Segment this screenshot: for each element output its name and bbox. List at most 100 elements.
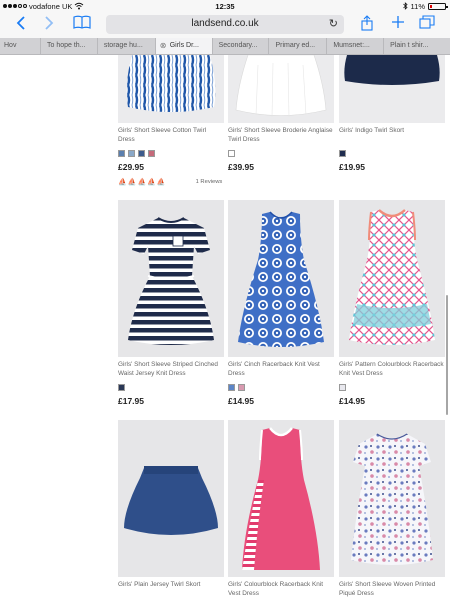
reload-icon[interactable]: ↻ [329, 17, 338, 30]
colourblock-racerback-dress-image [242, 427, 320, 570]
product-price: £39.95 [228, 162, 254, 172]
product-name[interactable]: Girls' Indigo Twirl Skort [339, 126, 445, 145]
product-name[interactable]: Girls' Cinch Racerback Knit Vest Dress [228, 360, 334, 379]
product-image[interactable] [339, 200, 445, 357]
product-price: £19.95 [339, 162, 365, 172]
product-price: £14.95 [339, 396, 365, 406]
forward-button[interactable] [42, 15, 56, 35]
color-swatch[interactable] [339, 384, 346, 391]
status-bar: vodafone UK 12:35 11% [0, 0, 450, 12]
tabs-overview-button[interactable] [418, 15, 436, 35]
tab-2[interactable]: storage hu... [98, 38, 156, 54]
cinch-racerback-dress-image [238, 211, 324, 347]
product-card[interactable]: Girls' Plain Jersey Twirl Skort [118, 420, 224, 599]
tab-label: Secondary... [218, 42, 258, 49]
color-swatch[interactable] [228, 384, 235, 391]
page-content: Girls' Short Sleeve Cotton Twirl Dress £… [0, 55, 450, 600]
product-name[interactable]: Girls' Pattern Colourblock Racerback Kni… [339, 360, 445, 379]
product-card[interactable]: Girls' Short Sleeve Broderie Anglaise Tw… [228, 55, 334, 172]
product-image[interactable] [118, 420, 224, 577]
product-name[interactable]: Girls' Short Sleeve Woven Printed Piqué … [339, 580, 445, 599]
product-card[interactable]: Girls' Cinch Racerback Knit Vest Dress £… [228, 200, 334, 406]
tab-6[interactable]: Mumsnet:... [327, 38, 385, 54]
color-swatches [118, 384, 224, 391]
color-swatch[interactable] [118, 384, 125, 391]
product-card[interactable]: Girls' Short Sleeve Striped Cinched Wais… [118, 200, 224, 406]
back-button[interactable] [14, 15, 28, 35]
review-count[interactable]: 1 Reviews [196, 179, 223, 185]
product-name[interactable]: Girls' Short Sleeve Striped Cinched Wais… [118, 360, 224, 379]
product-name[interactable]: Girls' Short Sleeve Cotton Twirl Dress [118, 126, 224, 145]
tab-label: To hope th... [47, 42, 86, 49]
tab-3[interactable]: ⊗ Girls Dr... [155, 38, 213, 54]
bookmarks-button[interactable] [72, 15, 92, 35]
product-price: £14.95 [228, 396, 254, 406]
product-name[interactable]: Girls' Plain Jersey Twirl Skort [118, 580, 224, 599]
tab-5[interactable]: Primary ed... [269, 38, 328, 54]
indigo-skort-image [344, 55, 440, 85]
product-image[interactable] [228, 55, 334, 123]
color-swatch[interactable] [228, 150, 235, 157]
tab-0[interactable]: Hov [0, 38, 41, 54]
url-text: landsend.co.uk [191, 18, 259, 29]
striped-dress-image [128, 217, 214, 345]
product-card[interactable]: Girls' Short Sleeve Woven Printed Piqué … [339, 420, 445, 599]
battery-percent: 11% [410, 1, 425, 11]
product-image[interactable] [228, 420, 334, 577]
chevron-left-icon [16, 16, 25, 30]
close-tab-icon[interactable]: ⊗ [160, 38, 167, 54]
address-bar[interactable]: landsend.co.uk ↻ [106, 15, 344, 34]
product-image[interactable] [118, 200, 224, 357]
tabs-icon [419, 15, 435, 29]
color-swatches [228, 384, 334, 391]
new-tab-button[interactable] [390, 15, 406, 35]
product-image[interactable] [339, 55, 445, 123]
tab-label: Plain t shir... [390, 42, 429, 49]
color-swatches [339, 150, 445, 157]
plain-jersey-skort-image [124, 466, 218, 535]
color-swatch[interactable] [138, 150, 145, 157]
tab-1[interactable]: To hope th... [41, 38, 98, 54]
broderie-dress-image [235, 55, 327, 118]
browser-toolbar: landsend.co.uk ↻ [0, 12, 450, 38]
product-name[interactable]: Girls' Short Sleeve Broderie Anglaise Tw… [228, 126, 334, 145]
color-swatch[interactable] [128, 150, 135, 157]
product-card[interactable]: Girls' Indigo Twirl Skort £19.95 [339, 55, 445, 172]
chevron-right-icon [45, 16, 54, 30]
tab-label: Mumsnet:... [333, 42, 370, 49]
bluetooth-icon [402, 2, 408, 10]
product-rating[interactable]: ⛵ ⛵ ⛵ ⛵ ⛵ 1 Reviews [118, 178, 224, 186]
tab-label: Girls Dr... [169, 42, 199, 49]
tab-7[interactable]: Plain t shir... [384, 38, 450, 54]
tab-label: storage hu... [103, 42, 143, 49]
product-card[interactable]: Girls' Colourblock Racerback Knit Vest D… [228, 420, 334, 599]
tab-label: Hov [4, 42, 17, 49]
product-image[interactable] [228, 200, 334, 357]
product-card[interactable]: Girls' Pattern Colourblock Racerback Kni… [339, 200, 445, 406]
product-name[interactable]: Girls' Colourblock Racerback Knit Vest D… [228, 580, 334, 599]
color-swatch[interactable] [148, 150, 155, 157]
color-swatch[interactable] [118, 150, 125, 157]
product-image[interactable] [339, 420, 445, 577]
printed-pique-dress-image [351, 433, 433, 565]
tab-label: Primary ed... [275, 42, 316, 49]
color-swatches [118, 150, 224, 157]
product-image[interactable] [118, 55, 224, 123]
product-price: £17.95 [118, 396, 144, 406]
tab-4[interactable]: Secondary... [213, 38, 270, 54]
clock: 12:35 [215, 1, 235, 11]
share-button[interactable] [359, 15, 375, 35]
color-swatches [339, 384, 445, 391]
share-icon [361, 15, 373, 31]
scrollbar[interactable] [446, 295, 448, 415]
sailboat-rating-icon: ⛵ ⛵ ⛵ ⛵ ⛵ [118, 179, 166, 186]
color-swatches [228, 150, 334, 157]
color-swatch[interactable] [339, 150, 346, 157]
battery-icon [428, 2, 448, 10]
cotton-twirl-dress-image [126, 55, 216, 112]
pattern-colourblock-dress-image [349, 209, 435, 345]
tab-strip: Hov To hope th... storage hu... ⊗ Girls D… [0, 38, 450, 55]
product-price: £29.95 [118, 162, 144, 172]
product-card[interactable]: Girls' Short Sleeve Cotton Twirl Dress £… [118, 55, 224, 186]
color-swatch[interactable] [238, 384, 245, 391]
